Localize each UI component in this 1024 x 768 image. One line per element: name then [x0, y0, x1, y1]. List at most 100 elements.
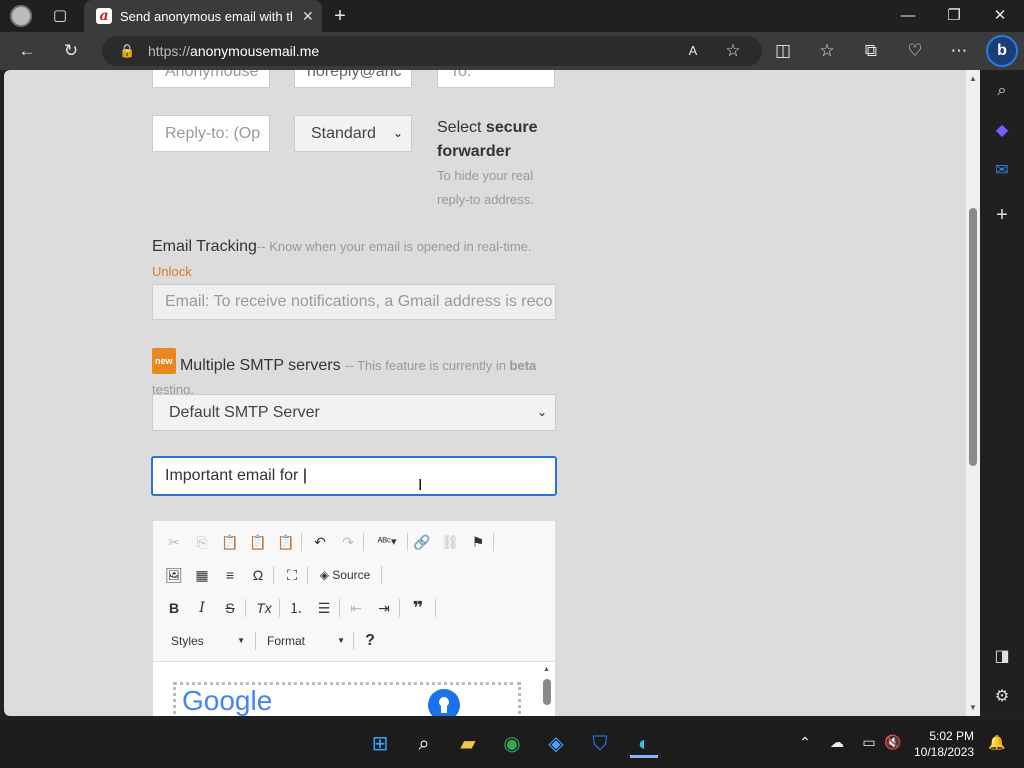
toolbar-separator [279, 599, 280, 617]
bulleted-list-icon[interactable]: ☰ [313, 597, 335, 619]
refresh-icon[interactable]: ↻ [60, 40, 82, 62]
table-icon[interactable]: ▦ [191, 564, 213, 586]
windows-start-icon[interactable]: ⊞ [366, 730, 394, 758]
subject-field[interactable]: Important email for | [151, 456, 557, 496]
reply-to-field[interactable]: Reply-to: (Op [152, 115, 270, 152]
clock[interactable]: 5:02 PM 10/18/2023 [914, 728, 974, 760]
text-cursor-icon: I [418, 477, 423, 494]
favorites-icon[interactable]: ☆ [816, 40, 838, 62]
back-icon[interactable]: ← [16, 40, 38, 62]
paste-word-icon[interactable]: 📋 [275, 531, 297, 553]
toolbar-separator [301, 533, 302, 551]
minimize-icon[interactable]: — [898, 6, 918, 26]
from-email-field[interactable]: noreply@anc [294, 70, 412, 88]
windows-taskbar: ⊞ ⌕ ▰ ◉ ◈ ⛉ ◐ ⌃ ☁ ▭ 🔇 5:02 PM 10/18/2023… [0, 720, 1024, 768]
priority-select[interactable]: Standard ⌄ [294, 115, 412, 152]
horizontal-line-icon[interactable]: ≡ [219, 564, 241, 586]
restore-icon[interactable]: ❐ [944, 6, 964, 26]
address-bar[interactable]: 🔒 https://anonymousemail.me A ☆ [102, 36, 762, 66]
from-name-field[interactable]: Anonymouse [152, 70, 270, 88]
unlock-link[interactable]: Unlock [152, 264, 192, 279]
help-button[interactable]: ? [359, 630, 381, 652]
health-icon[interactable]: ♡ [904, 40, 926, 62]
undo-icon[interactable]: ↶ [309, 531, 331, 553]
chevron-down-icon: ⌄ [392, 126, 403, 140]
italic-icon[interactable]: I [191, 597, 213, 619]
source-button[interactable]: ◈ Source [313, 564, 377, 586]
tracking-label: Email Tracking-- Know when your email is… [152, 238, 532, 255]
smtp-server-select[interactable]: Default SMTP Server ⌄ [152, 394, 556, 431]
remove-format-icon[interactable]: Tx [253, 597, 275, 619]
page-scrollbar[interactable]: ▲ ▼ [966, 70, 980, 716]
unlink-icon[interactable]: ⛓ [439, 531, 461, 553]
defender-shield-icon[interactable]: ⛉ [586, 730, 614, 758]
secure-forwarder-label[interactable]: Select secure forwarder [437, 116, 577, 164]
close-tab-icon[interactable]: ✕ [302, 8, 314, 25]
volume-muted-icon[interactable]: 🔇 [884, 734, 902, 751]
copy-icon[interactable]: ⎘ [191, 531, 213, 553]
bing-copilot-icon[interactable]: b [986, 35, 1018, 67]
notification-bell-icon[interactable]: 🔔 [988, 734, 1006, 751]
outlook-icon[interactable]: ✉ [991, 160, 1013, 182]
read-aloud-icon[interactable]: A [682, 40, 704, 62]
link-icon[interactable]: 🔗 [411, 531, 433, 553]
image-icon[interactable]: 🖼 [163, 564, 185, 586]
browser-tab[interactable]: a Send anonymous email with the ✕ [84, 0, 322, 32]
scroll-thumb[interactable] [969, 208, 977, 466]
toolbar-separator [399, 599, 400, 617]
to-field[interactable]: To: [437, 70, 555, 88]
search-icon[interactable]: ⌕ [991, 80, 1013, 102]
outdent-icon[interactable]: ⇤ [345, 597, 367, 619]
more-menu-icon[interactable]: ⋯ [948, 40, 970, 62]
display-icon[interactable]: ▭ [860, 734, 878, 751]
sidebar-toggle-icon[interactable]: ◨ [991, 646, 1013, 668]
paste-icon[interactable]: 📋 [219, 531, 241, 553]
rich-text-editor: ✂ ⎘ 📋 📋 📋 ↶ ↷ ᴬᴮᶜ▾ 🔗 ⛓ ⚑ 🖼 ▦ ≡ Ω ⛶ ◈ Sou… [152, 520, 556, 716]
paste-text-icon[interactable]: 📋 [247, 531, 269, 553]
tracking-email-field[interactable]: Email: To receive notifications, a Gmail… [152, 284, 556, 320]
onedrive-icon[interactable]: ☁ [828, 734, 846, 751]
source-icon: ◈ [319, 568, 329, 582]
store-icon[interactable]: ◈ [542, 730, 570, 758]
scroll-up-icon[interactable]: ▲ [969, 74, 977, 83]
editor-scroll-thumb[interactable] [543, 679, 551, 705]
maximize-icon[interactable]: ⛶ [281, 564, 303, 586]
add-app-icon[interactable]: + [991, 204, 1013, 226]
format-dropdown[interactable]: Format ▼ [261, 630, 349, 652]
secure-hint: To hide your real reply-to address. [437, 168, 534, 207]
lock-icon: 🔒 [119, 43, 136, 58]
strikethrough-icon[interactable]: S [219, 597, 241, 619]
close-window-icon[interactable]: ✕ [990, 6, 1010, 26]
tray-overflow-icon[interactable]: ⌃ [796, 734, 814, 751]
editor-content-area[interactable]: Google ▲ [153, 661, 555, 716]
collections-icon[interactable]: ⧉ [860, 40, 882, 62]
indent-icon[interactable]: ⇥ [373, 597, 395, 619]
keyhole-icon [428, 689, 460, 716]
edge-browser-icon[interactable]: ◐ [630, 730, 658, 758]
new-tab-icon[interactable]: + [330, 6, 350, 26]
anchor-flag-icon[interactable]: ⚑ [467, 531, 489, 553]
bold-icon[interactable]: B [163, 597, 185, 619]
profile-avatar[interactable] [10, 5, 32, 27]
chrome-icon[interactable]: ◉ [498, 730, 526, 758]
spellcheck-icon[interactable]: ᴬᴮᶜ▾ [373, 531, 401, 553]
toolbar-separator [381, 566, 382, 584]
scroll-down-icon[interactable]: ▼ [969, 703, 977, 712]
search-icon[interactable]: ⌕ [410, 730, 438, 758]
tab-actions-icon[interactable]: ▢ [50, 6, 70, 26]
cut-icon[interactable]: ✂ [163, 531, 185, 553]
toolbar-separator [407, 533, 408, 551]
google-image[interactable]: Google [173, 682, 521, 716]
special-char-icon[interactable]: Ω [247, 564, 269, 586]
settings-gear-icon[interactable]: ⚙ [991, 686, 1013, 708]
styles-dropdown[interactable]: Styles ▼ [163, 630, 249, 652]
redo-icon[interactable]: ↷ [337, 531, 359, 553]
split-screen-icon[interactable]: ◫ [772, 40, 794, 62]
caret-down-icon: ▼ [237, 636, 245, 645]
shopping-icon[interactable]: ◆ [991, 120, 1013, 142]
numbered-list-icon[interactable]: ⒈ [285, 597, 307, 619]
favorite-star-icon[interactable]: ☆ [722, 40, 744, 62]
blockquote-icon[interactable]: ❞ [407, 597, 429, 619]
editor-scrollbar[interactable]: ▲ [543, 666, 553, 716]
file-explorer-icon[interactable]: ▰ [454, 730, 482, 758]
